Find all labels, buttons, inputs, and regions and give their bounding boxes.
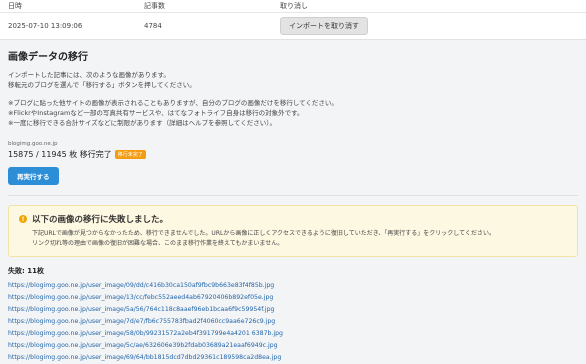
failed-images: 失敗: 11枚 https://blogimg.goo.ne.jp/user_i… <box>0 266 586 364</box>
header-date: 日時 <box>8 2 22 10</box>
alert-body-line-1: 下記URLで画像が見つからなかったため、移行できませんでした。URLから画像に正… <box>32 230 495 237</box>
note-2: ※FlickrやInstagramなど一部の写真共有サービスや、はてなフォトライ… <box>8 109 304 117</box>
status-badge: 移行未完了 <box>114 150 146 159</box>
undo-import-button[interactable]: インポートを取り消す <box>280 17 368 35</box>
note-3: ※一度に移行できる合計サイズなどに制限があります（詳細はヘルプを参照してください… <box>8 119 276 127</box>
page-title: 画像データの移行 <box>8 52 88 63</box>
table-row: 2025-07-10 13:09:06 4784 インポートを取り消す <box>0 13 586 39</box>
failed-count: 失敗: 11枚 <box>8 267 44 275</box>
failed-url-link[interactable]: https://blogimg.goo.ne.jp/user_image/69/… <box>8 352 578 364</box>
divider <box>8 195 578 196</box>
note-1: ※ブログに貼った他サイトの画像が表示されることもありますが、自分のブログの画像だ… <box>8 99 338 107</box>
failed-url-link[interactable]: https://blogimg.goo.ne.jp/user_image/13/… <box>8 292 578 304</box>
warning-icon: ! <box>19 215 27 223</box>
retry-button[interactable]: 再実行する <box>8 167 59 185</box>
migration-progress: 15875 / 11945 枚 移行完了 <box>8 150 112 159</box>
row-count: 4784 <box>144 22 162 30</box>
header-count: 記事数 <box>144 2 165 10</box>
table-header: 日時 記事数 取り消し <box>0 0 586 13</box>
image-migration-section: 画像データの移行 インポートした記事には、次のような画像があります。 移転元のブ… <box>0 48 586 196</box>
header-undo: 取り消し <box>280 2 308 10</box>
failed-url-list: https://blogimg.goo.ne.jp/user_image/09/… <box>8 280 578 364</box>
intro-line-2: 移転元のブログを選んで「移行する」ボタンを押してください。 <box>8 81 196 89</box>
failed-url-link[interactable]: https://blogimg.goo.ne.jp/user_image/09/… <box>8 280 578 292</box>
failure-alert: ! 以下の画像の移行に失敗しました。 下記URLで画像が見つからなかったため、移… <box>8 205 578 257</box>
alert-title: 以下の画像の移行に失敗しました。 <box>32 215 169 225</box>
alert-body-line-2: リンク切れ等の理由で画像の復旧が困難な場合、このまま移行作業を終えてもかまいませ… <box>32 240 284 247</box>
row-date: 2025-07-10 13:09:06 <box>8 22 83 30</box>
source-site: blogimg.goo.ne.jp <box>8 141 58 147</box>
import-history-table: 日時 記事数 取り消し 2025-07-10 13:09:06 4784 インポ… <box>0 0 586 40</box>
failed-url-link[interactable]: https://blogimg.goo.ne.jp/user_image/7d/… <box>8 316 578 328</box>
failed-url-link[interactable]: https://blogimg.goo.ne.jp/user_image/58/… <box>8 328 578 340</box>
failed-url-link[interactable]: https://blogimg.goo.ne.jp/user_image/5c/… <box>8 340 578 352</box>
failed-url-link[interactable]: https://blogimg.goo.ne.jp/user_image/5a/… <box>8 306 274 313</box>
intro-line-1: インポートした記事には、次のような画像があります。 <box>8 71 170 79</box>
